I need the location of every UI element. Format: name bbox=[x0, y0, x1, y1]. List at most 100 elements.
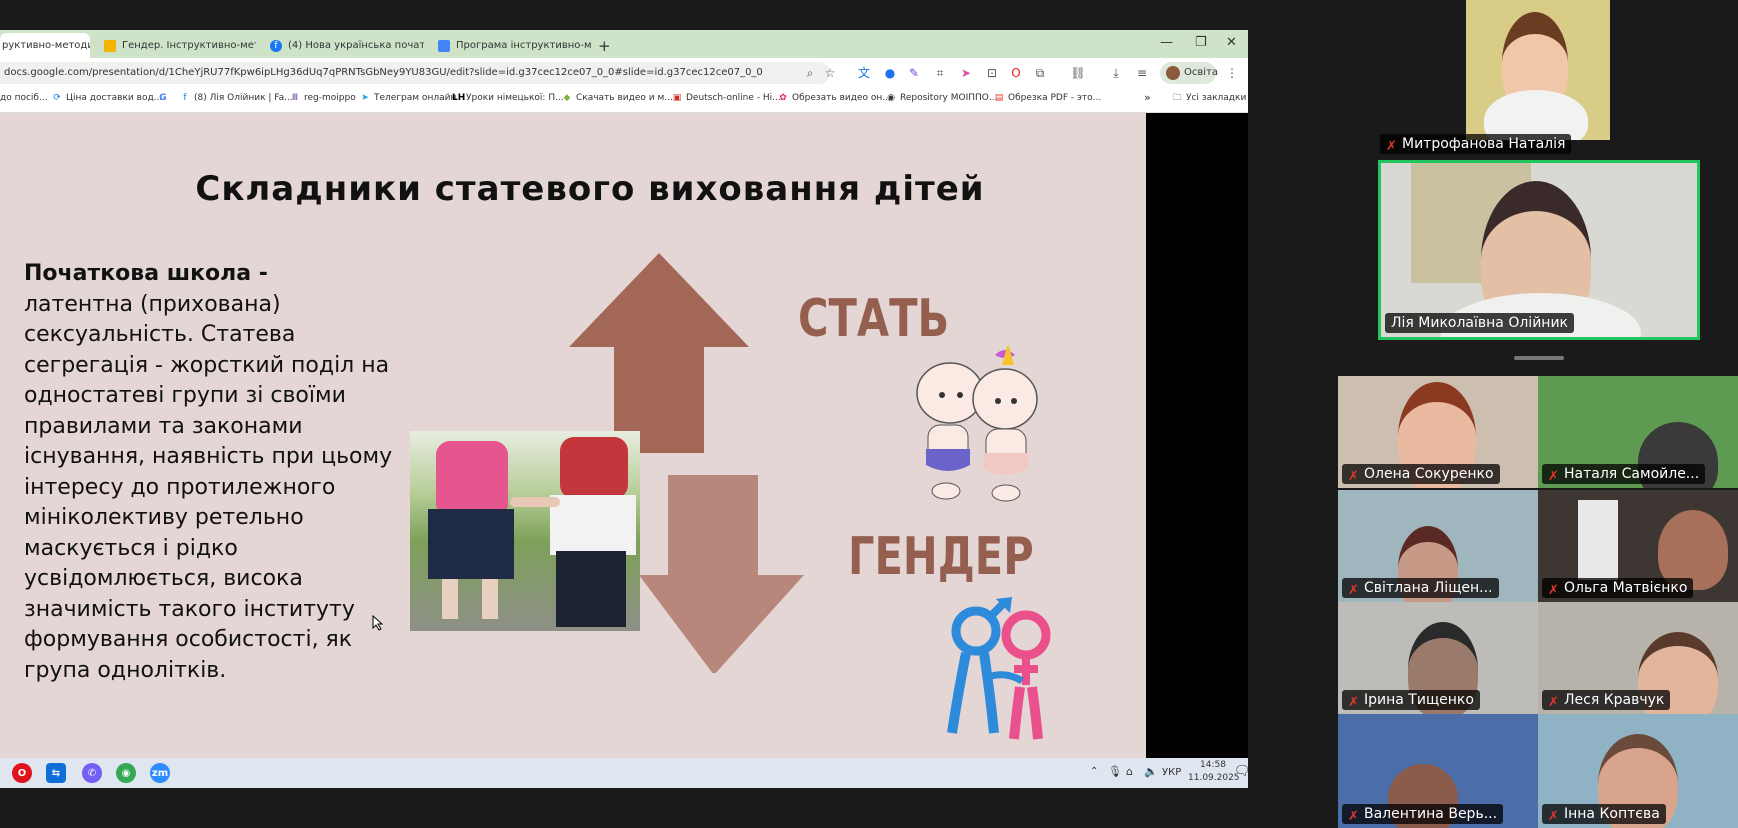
minimize-button[interactable]: — bbox=[1160, 35, 1173, 50]
tab-program[interactable]: Програма інструктивно-мет. с ✕ bbox=[432, 33, 592, 58]
teamviewer-icon[interactable]: ⇆ bbox=[46, 763, 66, 783]
network-icon[interactable]: ⌂ bbox=[1126, 765, 1133, 778]
presentation-slide: Складники статевого виховання дітей Поча… bbox=[0, 113, 1146, 758]
participant-name: ✗ Олена Сокуренко bbox=[1342, 464, 1500, 484]
tab-active[interactable]: руктивно-методич ✕ bbox=[0, 33, 90, 58]
translate-icon[interactable]: 文 bbox=[856, 65, 872, 81]
download-icon[interactable]: ⤓ bbox=[1108, 65, 1124, 81]
participant-label-row: ✗ Митрофанова Наталія bbox=[1380, 130, 1588, 154]
close-window-button[interactable]: ✕ bbox=[1226, 35, 1237, 50]
slides-icon bbox=[104, 39, 116, 52]
profile-label: Освіта bbox=[1184, 67, 1218, 78]
participant-tile[interactable]: ✗ Ірина Тищенко bbox=[1338, 602, 1538, 714]
up-arrow bbox=[569, 253, 749, 453]
tab-label: Гендер. Інструктивно-методич bbox=[122, 40, 256, 51]
link-icon[interactable]: ⛓ bbox=[1070, 65, 1086, 81]
tab-label: Програма інструктивно-мет. с bbox=[456, 40, 592, 51]
clock-time[interactable]: 14:58 bbox=[1192, 760, 1234, 770]
microphone-icon[interactable]: 🎙 bbox=[1108, 765, 1122, 778]
muted-mic-icon: ✗ bbox=[1386, 139, 1397, 154]
muted-mic-icon: ✗ bbox=[1548, 695, 1559, 710]
url-bar[interactable]: docs.google.com/presentation/d/1CheYjRU7… bbox=[0, 62, 830, 84]
bookmark-star-icon[interactable]: ☆ bbox=[822, 65, 838, 81]
clock-date[interactable]: 11.09.2025 bbox=[1188, 773, 1240, 783]
bookmark-item[interactable]: ▣ Deutsch-online - Hi... bbox=[672, 93, 781, 103]
crop-icon[interactable]: ⌗ bbox=[932, 65, 948, 81]
bookmark-item[interactable]: до посіб... bbox=[0, 93, 48, 103]
tab-label: руктивно-методич bbox=[2, 40, 90, 51]
gallery-resize-handle[interactable] bbox=[1514, 356, 1564, 360]
bookmark-item[interactable]: ◉ Repository МОІППО... bbox=[886, 93, 997, 103]
slide-viewport: Складники статевого виховання дітей Поча… bbox=[0, 113, 1248, 758]
slide-title: Складники статевого виховання дітей bbox=[195, 169, 985, 209]
mouse-cursor-icon bbox=[372, 615, 384, 631]
opera-icon[interactable]: O bbox=[12, 763, 32, 783]
google-bookmark[interactable]: G bbox=[158, 93, 172, 103]
participant-name: Лія Миколаївна Олійник bbox=[1385, 313, 1575, 333]
participant-tile[interactable]: ✗ Інна Коптєва bbox=[1538, 714, 1738, 828]
participant-tile[interactable]: ✗ Олена Сокуренко bbox=[1338, 376, 1538, 488]
babies-cartoon-image bbox=[916, 345, 1038, 502]
screenshot-icon[interactable]: ⊡ bbox=[984, 65, 1000, 81]
slide-body-text: Початкова школа - латентна (прихована) с… bbox=[24, 259, 394, 686]
extension-dot-icon[interactable]: ● bbox=[882, 65, 898, 81]
tab-gender[interactable]: Гендер. Інструктивно-методич ✕ bbox=[98, 33, 256, 58]
stat-label: СТАТЬ bbox=[798, 289, 950, 349]
participant-tile[interactable] bbox=[1466, 0, 1610, 140]
volume-icon[interactable]: 🔈 bbox=[1144, 765, 1158, 778]
bookmark-item[interactable]: ⟳ Ціна доставки вод... bbox=[52, 93, 162, 103]
participant-name: ✗ Митрофанова Наталія bbox=[1380, 134, 1572, 154]
participant-tile[interactable]: ✗ Наталя Самойле... bbox=[1538, 376, 1738, 488]
avatar bbox=[1166, 66, 1180, 80]
slide-body-heading: Початкова школа - bbox=[24, 261, 268, 286]
windows-taskbar: O ⇆ ✆ ◉ zm ⌃ 🎙 ⌂ 🔈 УКР 14:58 11.09.2025 … bbox=[0, 758, 1248, 788]
participant-name: ✗ Ірина Тищенко bbox=[1342, 690, 1480, 710]
participant-tile[interactable]: ✗ Валентина Верь... bbox=[1338, 714, 1538, 828]
bookmark-item[interactable]: f (8) Лія Олійник | Fa... bbox=[180, 93, 292, 103]
more-bookmarks-button[interactable]: » bbox=[1144, 91, 1151, 104]
participant-name: ✗ Ольга Матвієнко bbox=[1542, 578, 1694, 598]
facebook-icon: f bbox=[270, 39, 282, 52]
arrow-extension-icon[interactable]: ➤ bbox=[958, 65, 974, 81]
slide-body-paragraph: латентна (прихована) сексуальність. Стат… bbox=[24, 291, 393, 683]
gender-label: ГЕНДЕР bbox=[848, 527, 1034, 587]
participant-name: ✗ Інна Коптєва bbox=[1542, 804, 1666, 824]
chrome-icon[interactable]: ◉ bbox=[116, 763, 136, 783]
bookmark-item[interactable]: ▤ Обрезка PDF - это... bbox=[994, 93, 1102, 103]
participant-tile[interactable]: ✗ Леся Кравчук bbox=[1538, 602, 1738, 714]
new-tab-button[interactable]: + bbox=[598, 33, 622, 58]
muted-mic-icon: ✗ bbox=[1548, 469, 1559, 484]
language-indicator[interactable]: УКР bbox=[1162, 767, 1181, 778]
bookmark-item[interactable]: ◆ Скачать видео и м... bbox=[562, 93, 673, 103]
notification-icon[interactable]: 🗨 bbox=[1234, 764, 1248, 779]
participant-tile[interactable]: ✗ Світлана Ліщен... bbox=[1338, 490, 1538, 602]
muted-mic-icon: ✗ bbox=[1548, 583, 1559, 598]
bookmark-item[interactable]: Ⅲreg-moippo bbox=[290, 93, 356, 103]
participant-tile-active-speaker[interactable]: Лія Миколаївна Олійник bbox=[1378, 160, 1700, 340]
extensions-icon[interactable]: ⧉ bbox=[1032, 65, 1048, 81]
participant-tile[interactable]: ✗ Ольга Матвієнко bbox=[1538, 490, 1738, 602]
viber-icon[interactable]: ✆ bbox=[82, 763, 102, 783]
zoom-icon[interactable]: ⌕ bbox=[802, 65, 818, 81]
muted-mic-icon: ✗ bbox=[1348, 809, 1359, 824]
tab-facebook[interactable]: f (4) Нова українська початкова ✕ bbox=[264, 33, 424, 58]
bookmarks-bar: до посіб... ⟳ Ціна доставки вод... G f (8)… bbox=[0, 88, 1248, 113]
participant-name: ✗ Леся Кравчук bbox=[1542, 690, 1671, 710]
bookmark-item[interactable]: ✿ Обрезать видео он... bbox=[778, 93, 891, 103]
zoom-icon[interactable]: zm bbox=[150, 763, 170, 783]
menu-icon[interactable]: ⋮ bbox=[1224, 65, 1240, 81]
all-bookmarks-folder[interactable]: 🗀 Усі закладки bbox=[1172, 93, 1246, 103]
muted-mic-icon: ✗ bbox=[1348, 583, 1359, 598]
tray-chevron-icon[interactable]: ⌃ bbox=[1090, 766, 1098, 777]
bookmark-item[interactable]: LH Уроки німецької: П... bbox=[452, 93, 564, 103]
children-photo bbox=[410, 431, 640, 631]
bookmark-item[interactable]: ➤ Телеграм онлайн bbox=[360, 93, 456, 103]
participant-name: ✗ Світлана Ліщен... bbox=[1342, 578, 1499, 598]
restore-button[interactable]: ❐ bbox=[1195, 35, 1207, 50]
pen-icon[interactable]: ✎ bbox=[906, 65, 922, 81]
reading-list-icon[interactable]: ≡ bbox=[1134, 65, 1150, 81]
profile-button[interactable]: Освіта bbox=[1160, 62, 1218, 84]
address-toolbar: docs.google.com/presentation/d/1CheYjRU7… bbox=[0, 58, 1248, 88]
opera-extension-icon[interactable]: O bbox=[1008, 65, 1024, 81]
muted-mic-icon: ✗ bbox=[1348, 469, 1359, 484]
